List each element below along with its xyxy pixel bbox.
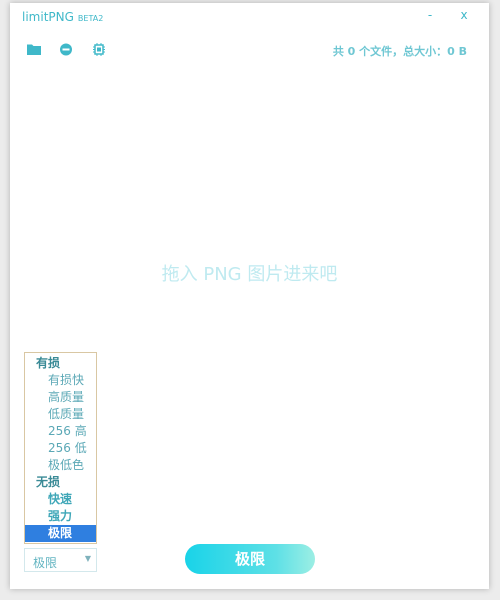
quality-dropdown-list: 有损 有损快 高质量 低质量 256 高 256 低 极低色 无损 快速 强力 … bbox=[24, 352, 97, 544]
app-title: limitPNG BETA2 bbox=[22, 10, 103, 24]
option-strong[interactable]: 强力 bbox=[25, 508, 96, 525]
drop-hint: 拖入 PNG 图片进来吧 bbox=[161, 264, 338, 285]
app-window: limitPNGBETA2 - x 共 0 个文件，总大小：0 B 拖入 PN bbox=[10, 3, 489, 589]
close-button[interactable]: x bbox=[457, 8, 471, 22]
minimize-button[interactable]: - bbox=[423, 8, 437, 22]
chevron-down-icon: ▼ bbox=[84, 554, 91, 563]
option-256-low[interactable]: 256 低 bbox=[25, 440, 96, 457]
option-fast[interactable]: 快速 bbox=[25, 491, 96, 508]
toolbar: 共 0 个文件，总大小：0 B bbox=[10, 39, 489, 63]
quality-select-value: 极限 bbox=[33, 556, 58, 570]
option-extreme[interactable]: 极限 bbox=[25, 525, 96, 542]
title-bar: limitPNG BETA2 - x bbox=[10, 3, 489, 31]
chip-icon[interactable] bbox=[91, 41, 107, 57]
compress-button[interactable]: 极限 bbox=[185, 544, 315, 574]
option-lossy-fast[interactable]: 有损快 bbox=[25, 372, 96, 389]
app-version: BETA2 bbox=[77, 14, 104, 23]
minus-circle-icon[interactable] bbox=[58, 41, 74, 57]
option-very-low-color[interactable]: 极低色 bbox=[25, 457, 96, 474]
file-summary: 共 0 个文件，总大小：0 B bbox=[332, 45, 467, 58]
group-lossless: 无损 bbox=[36, 475, 61, 489]
group-lossy: 有损 bbox=[36, 356, 61, 370]
option-256-high[interactable]: 256 高 bbox=[25, 423, 96, 440]
option-low-quality[interactable]: 低质量 bbox=[25, 406, 96, 423]
folder-icon[interactable] bbox=[26, 41, 42, 57]
option-high-quality[interactable]: 高质量 bbox=[25, 389, 96, 406]
quality-select[interactable]: 极限 ▼ bbox=[24, 548, 97, 572]
app-name: limitPNG bbox=[22, 10, 74, 24]
